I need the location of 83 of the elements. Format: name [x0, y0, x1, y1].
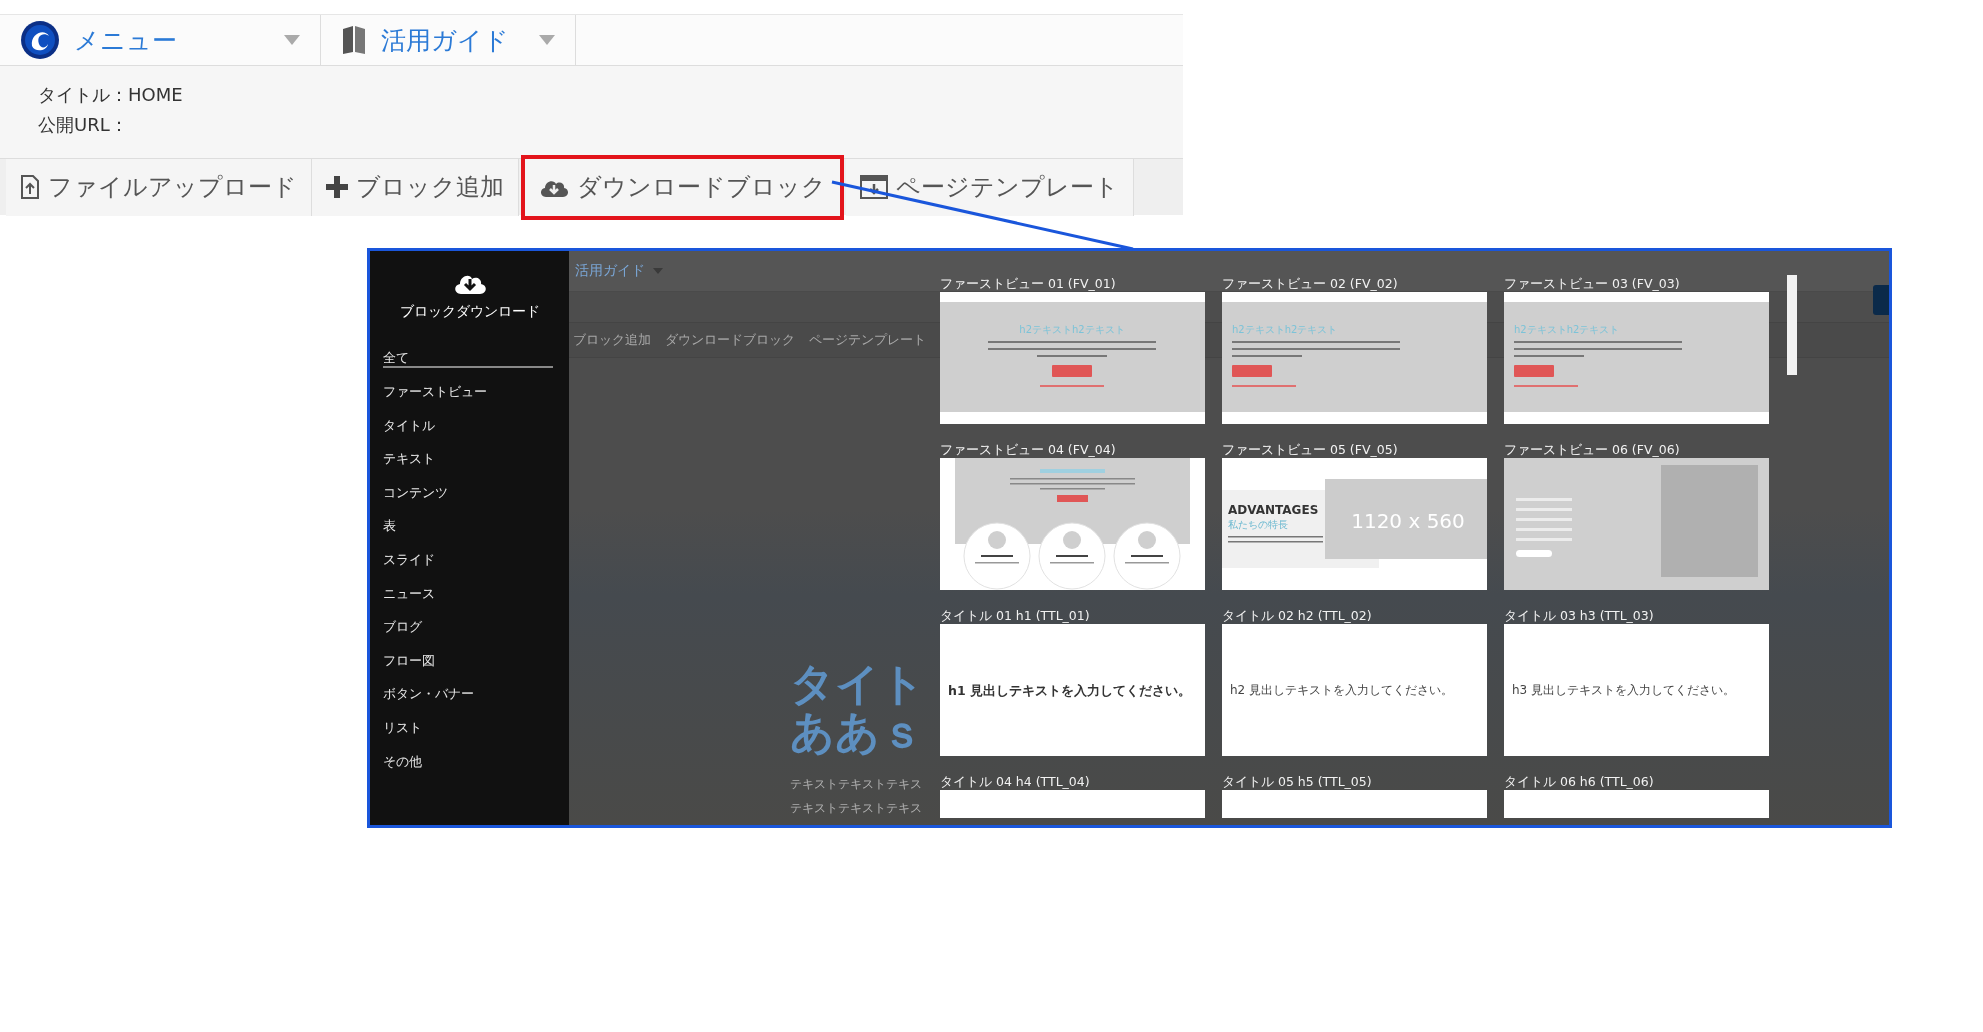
caret-icon	[284, 35, 300, 45]
category-item[interactable]: ボタン・バナー	[383, 685, 553, 719]
toolbar-button[interactable]: ページテンプレート	[846, 158, 1134, 216]
preview-heading: h1 見出しテキストを入力してください。	[948, 683, 1191, 698]
toolbar-label: ブロック追加	[573, 331, 651, 349]
caret-icon	[539, 35, 555, 45]
block-thumbnail[interactable]: h3 見出しテキストを入力してください。	[1504, 624, 1769, 756]
preview-heading: h3 見出しテキストを入力してください。	[1512, 683, 1736, 697]
toolbar-button[interactable]: ダウンロードブロック	[521, 154, 844, 220]
block-label: タイトル 05 h5 (TTL_05)	[1222, 774, 1373, 790]
block-label: タイトル 01 h1 (TTL_01)	[940, 608, 1091, 624]
block-label: ファーストビュー 02 (FV_02)	[1222, 276, 1399, 292]
preview-heading: h2テキストh2テキスト	[1514, 324, 1620, 335]
preview-button	[1057, 495, 1088, 502]
public-url: 公開URL：	[38, 113, 129, 137]
category-item[interactable]: スライド	[383, 550, 553, 585]
preview-heading: h2 見出しテキストを入力してください。	[1230, 683, 1454, 697]
page-title: タイトル：HOME	[38, 83, 184, 107]
block-label: ファーストビュー 04 (FV_04)	[940, 442, 1117, 458]
plus-icon	[326, 176, 348, 198]
block-thumbnail[interactable]: h2 見出しテキストを入力してください。	[1222, 624, 1487, 756]
category-item[interactable]: フロー図	[383, 651, 553, 686]
preview-heading: ADVANTAGES	[1228, 503, 1319, 517]
category-item[interactable]: その他	[383, 752, 553, 787]
book-icon	[341, 25, 367, 55]
preview-subheading: 私たちの特長	[1228, 519, 1288, 530]
toolbar-label: ダウンロードブロック	[665, 331, 795, 349]
block-label: ファーストビュー 01 (FV_01)	[940, 276, 1117, 292]
template-icon	[860, 175, 888, 199]
category-item[interactable]: タイトル	[383, 416, 553, 451]
scrollbar-thumb[interactable]	[1787, 275, 1797, 375]
body-text: テキストテキストテキス	[790, 776, 922, 793]
category-item[interactable]: ファーストビュー	[383, 383, 553, 417]
category-item[interactable]: コンテンツ	[383, 483, 553, 518]
menu-label: 活用ガイド	[575, 262, 645, 280]
block-label: ファーストビュー 03 (FV_03)	[1504, 276, 1681, 292]
body-text: テキストテキストテキス	[790, 800, 922, 817]
feature-circle	[963, 522, 1031, 590]
category-item[interactable]: リスト	[383, 718, 553, 753]
preview-heading	[1040, 469, 1105, 473]
preview-button	[1232, 365, 1272, 377]
preview-button	[1516, 550, 1552, 557]
block-thumbnail[interactable]	[1504, 458, 1769, 590]
menu-label[interactable]: メニュー	[74, 23, 270, 57]
category-item[interactable]: 全て	[383, 349, 553, 368]
block-label: タイトル 03 h3 (TTL_03)	[1504, 608, 1655, 624]
category-item[interactable]: ブログ	[383, 618, 553, 652]
caret-icon	[653, 268, 663, 274]
feature-circle	[1038, 522, 1106, 590]
block-label: ファーストビュー 05 (FV_05)	[1222, 442, 1399, 458]
toolbar-button[interactable]: ファイルアップロード	[6, 158, 312, 216]
block-thumbnail[interactable]	[940, 790, 1205, 818]
page-heading: ああｓ	[790, 708, 924, 756]
preview-heading: h2テキストh2テキスト	[1019, 324, 1125, 335]
category-item[interactable]: 表	[383, 517, 553, 551]
logo-icon	[20, 20, 60, 60]
text-lines	[1516, 498, 1572, 541]
block-label: ファーストビュー 06 (FV_06)	[1504, 442, 1681, 458]
category-item[interactable]: テキスト	[383, 450, 553, 484]
panel-title: ブロックダウンロード	[399, 303, 540, 321]
preview-heading: h2テキストh2テキスト	[1232, 324, 1338, 335]
preview-link	[1040, 385, 1104, 387]
toolbar-label: ページテンプレート	[809, 331, 926, 349]
block-thumbnail[interactable]	[1504, 790, 1769, 818]
block-thumbnail[interactable]	[940, 458, 1205, 590]
block-thumbnail[interactable]: h1 見出しテキストを入力してください。	[940, 624, 1205, 756]
block-label: タイトル 06 h6 (TTL_06)	[1504, 774, 1655, 790]
preview-button	[1514, 365, 1554, 377]
page-heading: タイト	[790, 660, 925, 708]
toolbar-button[interactable]: ブロック追加	[312, 158, 519, 216]
menu-tab[interactable]: 活用ガイド	[321, 15, 576, 65]
menu-label[interactable]: 活用ガイド	[381, 23, 525, 57]
feature-circle	[1113, 522, 1181, 590]
block-label: タイトル 04 h4 (TTL_04)	[940, 774, 1091, 790]
menu-tab[interactable]: メニュー	[0, 15, 321, 65]
preview-link	[1514, 385, 1578, 387]
preview-button	[1052, 365, 1092, 377]
file-upload-icon	[20, 175, 40, 199]
category-item[interactable]: ニュース	[383, 584, 553, 619]
side-tab[interactable]	[1873, 285, 1889, 315]
block-label: タイトル 02 h2 (TTL_02)	[1222, 608, 1373, 624]
block-thumbnail[interactable]	[1222, 790, 1487, 818]
preview-link	[1232, 385, 1296, 387]
